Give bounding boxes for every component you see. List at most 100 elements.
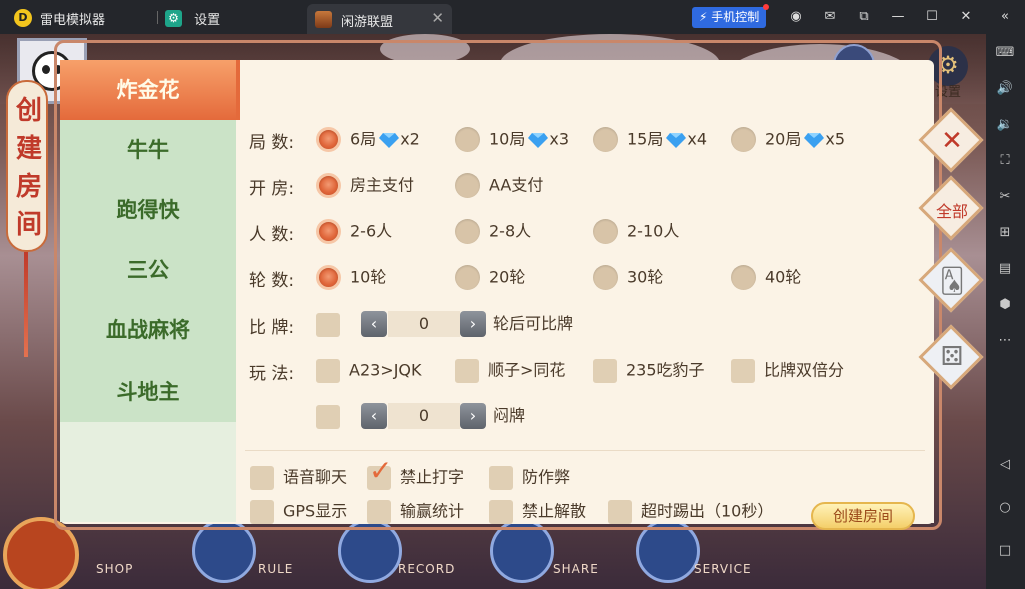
tab-settings[interactable]: ⚙ 设置 — [165, 8, 220, 28]
radio-unselected[interactable] — [731, 265, 756, 290]
scissors-icon[interactable]: ✂ — [995, 188, 1015, 206]
extra-option-timeout-kick[interactable]: 超时踢出（10秒） — [608, 499, 773, 524]
tab-game[interactable]: 闲游联盟 ✕ — [307, 4, 452, 34]
radio-selected[interactable] — [316, 173, 341, 198]
extra-option-gps[interactable]: GPS显示 — [250, 499, 347, 524]
hexagon-settings-icon[interactable]: ⬢ — [995, 296, 1015, 314]
play-rule-option[interactable]: A23>JQK — [316, 358, 422, 383]
room-payment-option[interactable]: 房主支付 — [316, 173, 414, 198]
record-button[interactable] — [338, 519, 402, 583]
compare-checkbox[interactable] — [316, 312, 349, 337]
checkbox-unchecked[interactable] — [731, 358, 755, 383]
tab-doudizhu[interactable]: 斗地主 — [60, 362, 236, 422]
apk-install-icon[interactable]: ▤ — [995, 260, 1015, 278]
collapse-sidebar-icon[interactable]: « — [996, 8, 1014, 26]
turns-option[interactable]: 40轮 — [731, 265, 801, 290]
option-multiplier: x3 — [549, 129, 570, 149]
radio-unselected[interactable] — [455, 219, 480, 244]
rounds-option[interactable]: 20局 x5 — [731, 127, 845, 152]
tab-close-icon[interactable]: ✕ — [431, 9, 444, 27]
play-rule-option[interactable]: 比牌双倍分 — [731, 358, 844, 383]
turns-option[interactable]: 20轮 — [455, 265, 525, 290]
turns-option[interactable]: 30轮 — [593, 265, 663, 290]
room-payment-option[interactable]: AA支付 — [455, 173, 543, 198]
radio-unselected[interactable] — [593, 219, 618, 244]
option-label: 顺子>同花 — [488, 360, 566, 380]
checkbox-unchecked[interactable] — [316, 358, 340, 383]
more-icon[interactable]: ⋯ — [995, 332, 1015, 350]
tab-paodekuai[interactable]: 跑得快 — [60, 180, 236, 240]
radio-selected[interactable] — [316, 265, 341, 290]
checkbox-unchecked[interactable] — [489, 499, 513, 524]
checkbox-unchecked[interactable] — [367, 499, 391, 524]
settings-gear-icon[interactable]: ⚙ — [928, 46, 968, 86]
turns-option[interactable]: 10轮 — [316, 265, 386, 290]
checkbox-unchecked[interactable] — [608, 499, 632, 524]
stuffy-stepper[interactable]: ‹ 0 › — [361, 403, 487, 429]
service-button[interactable] — [636, 519, 700, 583]
increment-chevron-right-icon[interactable]: › — [460, 311, 486, 337]
shop-button[interactable] — [3, 517, 79, 589]
decrement-chevron-left-icon[interactable]: ‹ — [361, 311, 387, 337]
radio-unselected[interactable] — [455, 173, 480, 198]
players-option[interactable]: 2-8人 — [455, 219, 531, 244]
checkbox-unchecked[interactable] — [316, 312, 340, 337]
create-room-button[interactable]: 创建房间 — [811, 502, 915, 530]
radio-unselected[interactable] — [455, 127, 480, 152]
volume-up-icon[interactable]: 🔊 — [995, 80, 1015, 98]
tab-xuezhan-majiang[interactable]: 血战麻将 — [60, 300, 236, 360]
play-rule-option[interactable]: 顺子>同花 — [455, 358, 566, 383]
rule-button[interactable] — [192, 519, 256, 583]
radio-selected[interactable] — [316, 219, 341, 244]
keyboard-icon[interactable]: ⌨ — [995, 44, 1015, 62]
mail-icon[interactable]: ✉ — [821, 8, 839, 26]
rounds-label: 局 数: — [249, 133, 295, 153]
compare-stepper[interactable]: ‹ 0 › — [361, 311, 487, 337]
extra-option-anti-cheat[interactable]: 防作弊 — [489, 465, 570, 490]
checkbox-unchecked[interactable] — [593, 358, 617, 383]
checkbox-unchecked[interactable] — [250, 465, 274, 490]
play-rule-option[interactable]: 235吃豹子 — [593, 358, 705, 383]
add-window-icon[interactable]: ⊞ — [995, 224, 1015, 242]
checkbox-unchecked[interactable] — [250, 499, 274, 524]
phone-control-button[interactable]: ⚡ 手机控制 — [692, 4, 770, 28]
close-window-icon[interactable]: ✕ — [957, 8, 975, 26]
checkbox-unchecked[interactable] — [316, 404, 340, 429]
service-label: SERVICE — [694, 562, 752, 576]
radio-unselected[interactable] — [593, 265, 618, 290]
rounds-option[interactable]: 6局 x2 — [316, 127, 420, 152]
maximize-icon[interactable]: ☐ — [923, 8, 941, 26]
stuffy-checkbox[interactable] — [316, 404, 349, 429]
extra-option-voice-chat[interactable]: 语音聊天 — [250, 465, 347, 490]
recent-apps-icon[interactable]: □ — [995, 542, 1015, 560]
tab-sangong[interactable]: 三公 — [60, 240, 236, 300]
radio-unselected[interactable] — [593, 127, 618, 152]
rounds-option[interactable]: 10局 x3 — [455, 127, 570, 152]
increment-chevron-right-icon[interactable]: › — [460, 403, 486, 429]
minimize-icon[interactable]: — — [889, 8, 907, 26]
players-option[interactable]: 2-10人 — [593, 219, 679, 244]
extra-option-no-dismiss[interactable]: 禁止解散 — [489, 499, 587, 524]
checkbox-unchecked[interactable] — [455, 358, 479, 383]
tab-niuniu[interactable]: 牛牛 — [60, 120, 236, 180]
screenshot-icon[interactable]: ⧉ — [855, 8, 873, 26]
option-label: 禁止解散 — [522, 501, 587, 521]
checkbox-unchecked[interactable] — [489, 465, 513, 490]
decrement-chevron-left-icon[interactable]: ‹ — [361, 403, 387, 429]
extra-option-no-typing[interactable]: 禁止打字 — [367, 459, 464, 490]
share-button[interactable] — [490, 519, 554, 583]
extra-option-stats[interactable]: 输赢统计 — [367, 499, 464, 524]
players-option[interactable]: 2-6人 — [316, 219, 392, 244]
radio-unselected[interactable] — [731, 127, 756, 152]
compare-label: 比 牌: — [249, 318, 295, 338]
volume-down-icon[interactable]: 🔉 — [995, 116, 1015, 134]
radio-unselected[interactable] — [455, 265, 480, 290]
tab-zhajinhua[interactable]: 炸金花 — [60, 60, 240, 120]
back-icon[interactable]: ◁ — [995, 456, 1015, 474]
fullscreen-icon[interactable]: ⛶ — [995, 152, 1015, 170]
user-icon[interactable]: ◉ — [787, 8, 805, 26]
checkbox-checked[interactable] — [367, 459, 392, 490]
radio-selected[interactable] — [316, 127, 341, 152]
rounds-option[interactable]: 15局 x4 — [593, 127, 707, 152]
home-icon[interactable]: ○ — [995, 499, 1015, 517]
